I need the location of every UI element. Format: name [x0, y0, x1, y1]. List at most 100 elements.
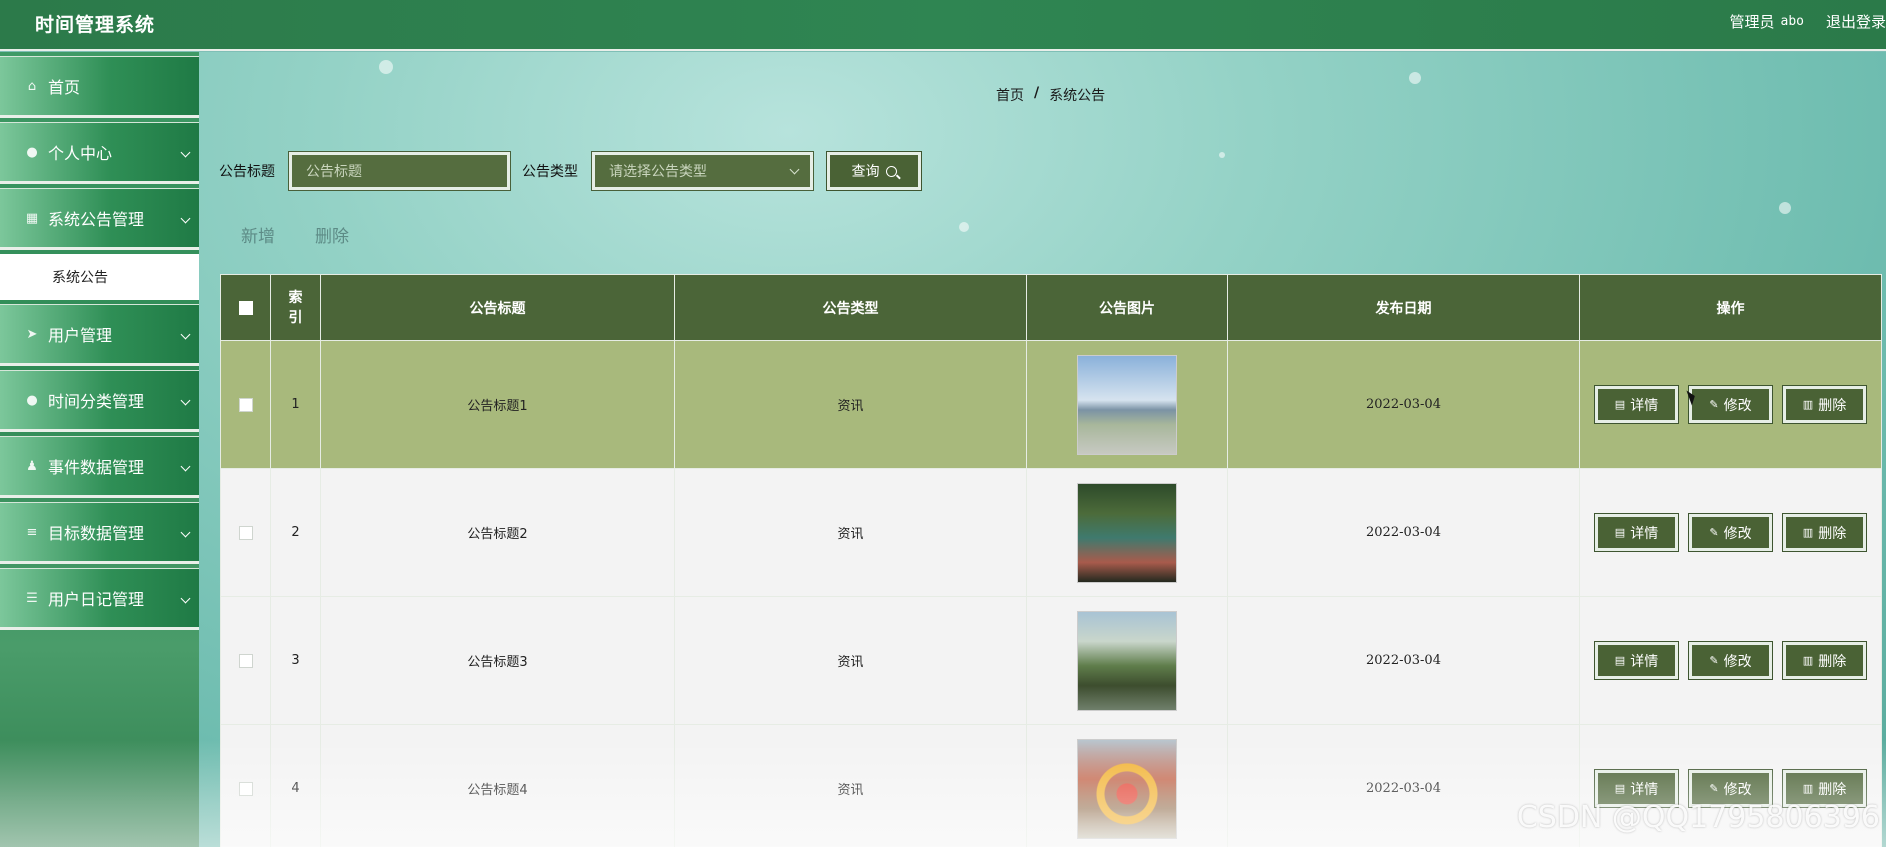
sidebar-subitem-announcement[interactable]: 系统公告	[0, 254, 199, 300]
sliders-icon: ☰	[26, 590, 38, 606]
watermark: CSDN @QQ1795806396	[1516, 800, 1880, 835]
edit-button[interactable]: ✎ 修改	[1689, 642, 1772, 679]
sidebar-item-personal-center[interactable]: ● 个人中心	[0, 122, 199, 184]
search-icon	[885, 165, 897, 177]
sidebar-item-label: 首页	[48, 78, 81, 97]
announcement-image	[1077, 610, 1177, 711]
action-row: 新增 删除	[241, 222, 349, 247]
batch-delete-button[interactable]: 删除	[315, 222, 349, 247]
role-label: 管理员	[1729, 13, 1775, 31]
delete-button[interactable]: ▥ 删除	[1783, 642, 1866, 679]
home-icon: ⌂	[27, 78, 37, 94]
sidebar: ⌂ 首页 ● 个人中心 ▦ 系统公告管理 系统公告 ➤ 用户管理 ● 时间分类管…	[0, 52, 199, 847]
row-checkbox[interactable]	[238, 653, 253, 668]
detail-button[interactable]: ▤ 详情	[1595, 642, 1678, 679]
chevron-down-icon	[180, 593, 191, 604]
sidebar-item-label: 用户日记管理	[48, 590, 145, 609]
sidebar-item-goal-data[interactable]: ≡ 目标数据管理	[0, 502, 199, 564]
row-title: 公告标题4	[320, 724, 675, 847]
chevron-down-icon	[180, 213, 191, 224]
grid-icon: ▦	[25, 210, 39, 226]
trash-icon: ▥	[1802, 526, 1814, 539]
row-type: 资讯	[674, 596, 1027, 725]
query-button[interactable]: 查询	[827, 152, 921, 190]
table-row[interactable]: 1 公告标题1 资讯 2022-03-04 ▤ 详情 ✎ 修改 ▥ 删除	[220, 340, 1882, 469]
username: abo	[1780, 14, 1804, 29]
breadcrumb-home[interactable]: 首页	[996, 85, 1024, 105]
background-sparkle	[1409, 72, 1421, 84]
row-checkbox[interactable]	[238, 525, 253, 540]
column-header-index: 索引	[270, 274, 321, 341]
add-button[interactable]: 新增	[241, 222, 275, 247]
delete-button[interactable]: ▥ 删除	[1783, 386, 1866, 423]
select-all-header	[220, 274, 271, 341]
top-bar: 时间管理系统 管理员 abo 退出登录	[0, 0, 1886, 51]
edit-button[interactable]: ✎ 修改	[1689, 386, 1772, 423]
row-date: 2022-03-04	[1227, 596, 1580, 725]
sidebar-item-time-category[interactable]: ● 时间分类管理	[0, 370, 199, 432]
document-icon: ▤	[1614, 782, 1626, 795]
row-checkbox[interactable]	[238, 397, 253, 412]
announcement-image	[1077, 354, 1177, 455]
trash-icon: ▥	[1802, 398, 1814, 411]
logout-link[interactable]: 退出登录	[1826, 11, 1886, 32]
row-type: 资讯	[674, 468, 1027, 597]
column-header-date: 发布日期	[1227, 274, 1580, 341]
document-icon: ▤	[1614, 526, 1626, 539]
sidebar-item-announcement-mgmt[interactable]: ▦ 系统公告管理	[0, 188, 199, 250]
pencil-icon: ✎	[1709, 782, 1719, 795]
sidebar-item-label: 个人中心	[48, 144, 113, 163]
table-row[interactable]: 2 公告标题2 资讯 2022-03-04 ▤ 详情 ✎ 修改 ▥ 删除	[220, 468, 1882, 597]
column-header-title: 公告标题	[320, 274, 675, 341]
background-sparkle	[959, 222, 969, 232]
document-icon: ▤	[1614, 654, 1626, 667]
table-row[interactable]: 3 公告标题3 资讯 2022-03-04 ▤ 详情 ✎ 修改 ▥ 删除	[220, 596, 1882, 725]
announcement-image	[1077, 738, 1177, 839]
detail-button[interactable]: ▤ 详情	[1595, 514, 1678, 551]
user-area: 管理员 abo 退出登录	[1729, 11, 1886, 32]
row-title: 公告标题2	[320, 468, 675, 597]
title-search-input[interactable]: 公告标题	[289, 152, 510, 190]
breadcrumb-separator: /	[1034, 85, 1040, 101]
chevron-down-icon	[180, 461, 191, 472]
edit-button[interactable]: ✎ 修改	[1689, 514, 1772, 551]
search-bar: 公告标题 公告标题 公告类型 请选择公告类型 查询	[219, 152, 921, 190]
chevron-down-icon	[180, 395, 191, 406]
pencil-icon: ✎	[1709, 654, 1719, 667]
sidebar-item-label: 用户管理	[48, 326, 113, 345]
row-title: 公告标题3	[320, 596, 675, 725]
title-filter-label: 公告标题	[219, 164, 275, 180]
sidebar-item-label: 事件数据管理	[48, 458, 145, 477]
sidebar-item-label: 目标数据管理	[48, 524, 145, 543]
delete-button[interactable]: ▥ 删除	[1783, 514, 1866, 551]
user-icon: ●	[26, 144, 38, 160]
row-index: 4	[270, 724, 321, 847]
sidebar-item-home[interactable]: ⌂ 首页	[0, 56, 199, 118]
column-header-actions: 操作	[1579, 274, 1882, 341]
announcement-image	[1077, 482, 1177, 583]
sidebar-item-label: 时间分类管理	[48, 392, 145, 411]
sidebar-item-event-data[interactable]: ♟ 事件数据管理	[0, 436, 199, 498]
main-content: 首页 / 系统公告 公告标题 公告标题 公告类型 请选择公告类型 查询 新增 删…	[199, 52, 1886, 847]
row-date: 2022-03-04	[1227, 340, 1580, 469]
row-title: 公告标题1	[320, 340, 675, 469]
list-icon: ≡	[26, 524, 38, 540]
chevron-down-icon	[180, 527, 191, 538]
announcement-table: 索引 公告标题 公告类型 公告图片 发布日期 操作 1 公告标题1 资讯 202…	[220, 274, 1882, 847]
row-date: 2022-03-04	[1227, 468, 1580, 597]
sidebar-item-user-diary[interactable]: ☰ 用户日记管理	[0, 568, 199, 630]
row-checkbox[interactable]	[238, 781, 253, 796]
row-type: 资讯	[674, 724, 1027, 847]
breadcrumb: 首页 / 系统公告	[996, 85, 1105, 105]
detail-button[interactable]: ▤ 详情	[1595, 386, 1678, 423]
type-filter-label: 公告类型	[522, 164, 578, 180]
row-index: 3	[270, 596, 321, 725]
row-index: 1	[270, 340, 321, 469]
chevron-down-icon	[180, 329, 191, 340]
type-select-placeholder: 请选择公告类型	[609, 164, 707, 180]
row-type: 资讯	[674, 340, 1027, 469]
select-all-checkbox[interactable]	[238, 300, 253, 315]
background-sparkle	[1779, 202, 1791, 214]
sidebar-item-user-mgmt[interactable]: ➤ 用户管理	[0, 304, 199, 366]
type-select[interactable]: 请选择公告类型	[592, 152, 813, 190]
